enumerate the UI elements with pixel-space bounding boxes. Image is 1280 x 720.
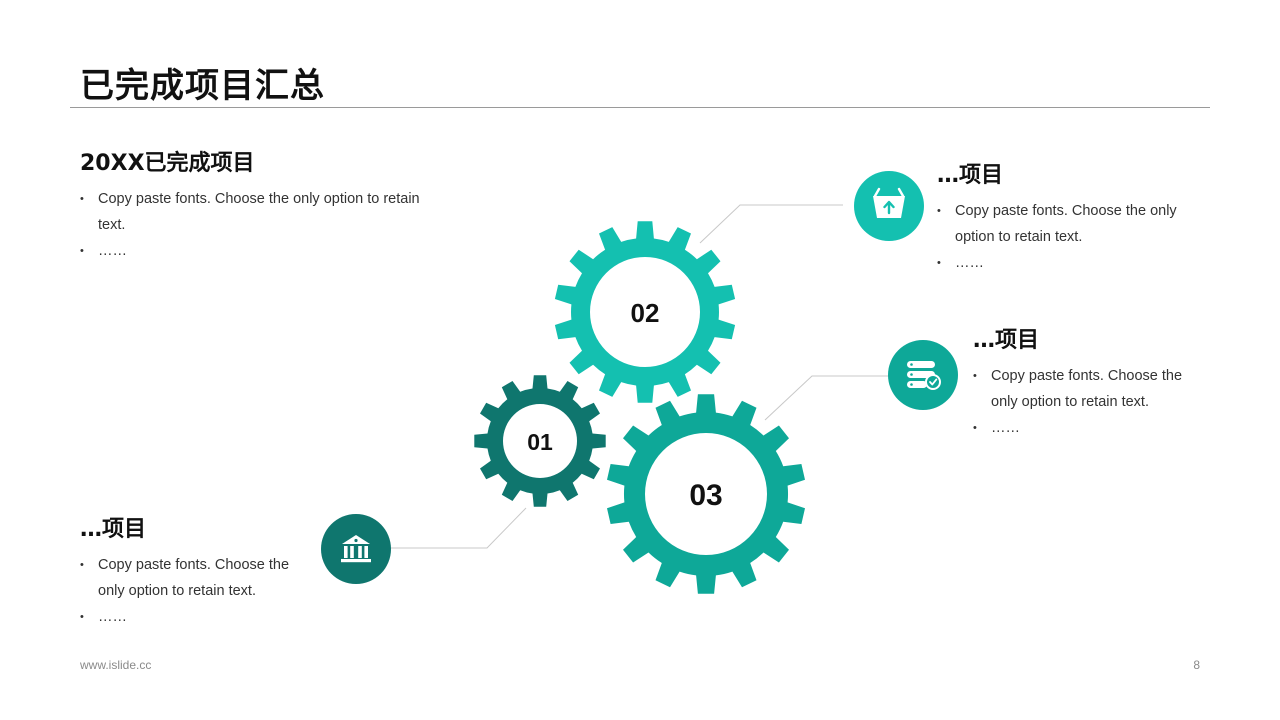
gear-01-label: 01 <box>527 429 553 455</box>
connector-line-03 <box>764 375 890 421</box>
gear-02-label: 02 <box>631 298 660 328</box>
gear-03-label: 03 <box>689 479 722 512</box>
gear-diagram: 01 02 03 <box>321 171 958 594</box>
basket-upload-icon <box>854 171 924 241</box>
connector-line-01 <box>390 507 527 549</box>
connector-line-02 <box>699 204 843 244</box>
page-number: 8 <box>1193 658 1200 672</box>
server-check-icon <box>888 340 958 410</box>
footer-website: www.islide.cc <box>80 658 152 672</box>
bank-icon <box>321 514 391 584</box>
